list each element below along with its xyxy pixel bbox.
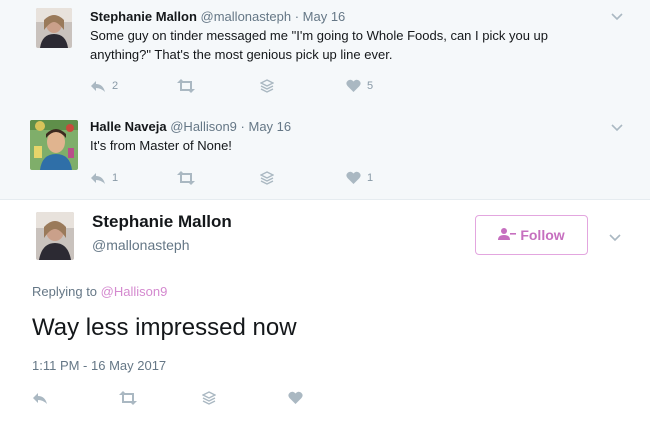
main-tweet: Stephanie Mallon @mallonasteph Follow Re… [0, 200, 650, 428]
add-person-icon [498, 227, 520, 244]
retweet-button[interactable] [176, 171, 202, 185]
stack-button[interactable] [202, 391, 216, 405]
reply-count: 1 [112, 172, 119, 184]
heart-icon [346, 79, 361, 92]
reply-count: 2 [112, 80, 119, 92]
author-name[interactable]: Halle Naveja [90, 119, 167, 134]
follow-label: Follow [520, 227, 565, 243]
stack-icon [260, 171, 274, 185]
reply-icon [32, 391, 48, 405]
tweet-text: Way less impressed now [32, 314, 297, 341]
author-name[interactable]: Stephanie Mallon [90, 9, 197, 24]
like-count: 5 [367, 79, 374, 92]
replying-prefix: Replying to [32, 284, 98, 299]
author-handle[interactable]: @mallonasteph [201, 9, 292, 24]
stack-button[interactable] [260, 79, 274, 93]
tweet-header: Stephanie Mallon @mallonasteph · May 16 [90, 9, 345, 24]
tweet-halle[interactable]: Halle Naveja @Hallison9 · May 16 It's fr… [0, 108, 650, 200]
stack-button[interactable] [260, 171, 274, 185]
like-count: 1 [367, 171, 374, 184]
stack-icon [202, 391, 216, 405]
reply-button[interactable]: 1 [90, 171, 118, 185]
follow-button[interactable]: Follow [475, 215, 588, 255]
author-handle[interactable]: @Hallison9 [170, 119, 237, 134]
like-button[interactable]: 1 [346, 171, 373, 184]
author-name[interactable]: Stephanie Mallon [92, 212, 232, 232]
tweet-stephanie-1[interactable]: Stephanie Mallon @mallonasteph · May 16 … [0, 0, 650, 108]
retweet-button[interactable] [118, 391, 138, 405]
separator-dot: · [294, 9, 300, 24]
reply-icon [90, 79, 106, 93]
tweet-date[interactable]: May 16 [249, 119, 292, 134]
chevron-down-icon[interactable] [608, 230, 622, 242]
tweet-text-line: It's from Master of None! [90, 138, 232, 153]
tweet-text-line: anything?" That's the most genious pick … [90, 47, 393, 62]
reply-icon [90, 171, 106, 185]
tweet-date[interactable]: May 16 [303, 9, 346, 24]
heart-icon [288, 391, 303, 404]
author-handle[interactable]: @mallonasteph [92, 237, 190, 253]
separator-dot: · [240, 119, 245, 134]
avatar[interactable] [36, 212, 74, 260]
avatar[interactable] [30, 120, 78, 170]
like-button[interactable]: 5 [346, 79, 373, 92]
retweet-icon [176, 79, 196, 93]
retweet-button[interactable] [176, 79, 202, 93]
tweet-timestamp[interactable]: 1:11 PM - 16 May 2017 [32, 358, 166, 373]
retweet-icon [176, 171, 196, 185]
chevron-down-icon[interactable] [610, 9, 624, 21]
stack-icon [260, 79, 274, 93]
retweet-icon [118, 391, 138, 405]
tweet-text: It's from Master of None! [90, 136, 630, 155]
reply-button[interactable] [32, 391, 48, 405]
heart-icon [346, 171, 361, 184]
replying-handle-link[interactable]: @Hallison9 [101, 284, 168, 299]
tweet-header: Halle Naveja @Hallison9 · May 16 [90, 119, 291, 134]
replying-to: Replying to @Hallison9 [32, 284, 167, 299]
chevron-down-icon[interactable] [610, 120, 624, 132]
reply-button[interactable]: 2 [90, 79, 118, 93]
like-button[interactable] [288, 391, 303, 404]
avatar[interactable] [36, 8, 72, 48]
tweet-text-line: Some guy on tinder messaged me "I'm goin… [90, 28, 549, 43]
tweet-text: Some guy on tinder messaged me "I'm goin… [90, 26, 630, 64]
